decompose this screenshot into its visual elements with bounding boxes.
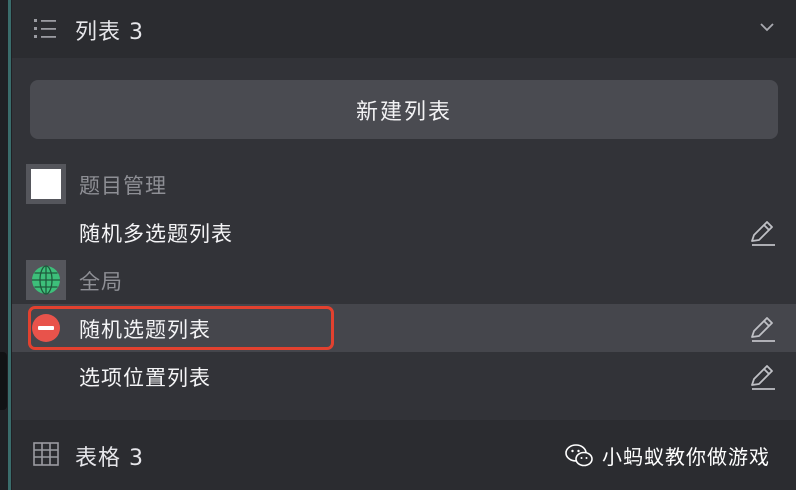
list-section-header[interactable]: 列表 3 <box>12 0 796 58</box>
group-header-global: 全局 <box>12 256 796 304</box>
group-icon-frame <box>26 164 66 204</box>
left-rail <box>0 0 12 490</box>
list-icon <box>34 19 56 38</box>
group-label: 题目管理 <box>79 174 167 198</box>
list-item-random-choice[interactable]: 随机选题列表 <box>12 304 796 352</box>
list-item-label: 随机选题列表 <box>79 318 211 342</box>
white-square-icon <box>31 169 61 199</box>
wechat-logo-icon <box>565 443 593 466</box>
globe-icon <box>32 265 60 295</box>
list-item-label: 随机多选题列表 <box>79 222 233 246</box>
watermark-text: 小蚂蚁教你做游戏 <box>602 445 770 469</box>
left-rail-scroll-thumb[interactable] <box>0 352 7 410</box>
table-section-title: 表格 3 <box>75 446 144 471</box>
remove-icon[interactable] <box>32 314 60 342</box>
list-item-option-position[interactable]: 选项位置列表 <box>12 352 796 400</box>
left-rail-stripe <box>8 0 11 490</box>
chevron-down-icon[interactable] <box>758 18 776 36</box>
table-icon <box>33 442 59 466</box>
pencil-edit-icon[interactable] <box>748 218 778 248</box>
group-label: 全局 <box>79 270 123 294</box>
group-header-question-management: 题目管理 <box>12 160 796 208</box>
group-icon-frame <box>26 260 66 300</box>
remove-icon-bar <box>38 326 54 330</box>
list-section-title: 列表 3 <box>75 20 144 45</box>
pencil-edit-icon[interactable] <box>748 362 778 392</box>
list-item-random-multi-choice[interactable]: 随机多选题列表 <box>12 208 796 256</box>
pencil-edit-icon[interactable] <box>748 314 778 344</box>
new-list-button[interactable]: 新建列表 <box>30 80 778 139</box>
list-item-label: 选项位置列表 <box>79 366 211 390</box>
lists-panel: 列表 3 新建列表 题目管理 随机多选题列表 全局 随机选题列表 选项位置列表 … <box>12 0 796 490</box>
watermark: 小蚂蚁教你做游戏 <box>564 441 770 470</box>
